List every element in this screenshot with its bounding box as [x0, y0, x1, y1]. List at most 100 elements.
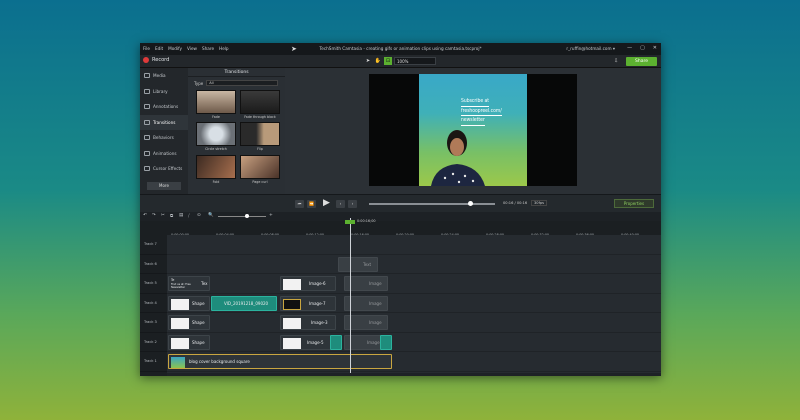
sidebar-item-behaviors[interactable]: Behaviors	[140, 130, 188, 146]
clip-image-7[interactable]: Image-7	[280, 295, 336, 311]
redo-icon[interactable]: ↷	[152, 213, 156, 218]
clip-thumbnail	[171, 318, 189, 329]
minimize-icon[interactable]: —	[627, 45, 632, 51]
annotations-icon	[144, 104, 150, 110]
clip-thumbnail	[283, 279, 301, 290]
track-row-5[interactable]: Te Find us at: Free Newsletter Tex Image…	[167, 274, 661, 294]
transition-thumb-fade[interactable]	[196, 90, 236, 114]
clip-thumbnail	[171, 298, 189, 310]
sidebar-item-label: Behaviors	[153, 135, 174, 141]
record-button[interactable]: Record	[143, 57, 169, 63]
canvas-tools: ➤ ✋ ⊡	[364, 57, 392, 65]
track-name-7[interactable]: Track 7	[140, 235, 167, 255]
more-button[interactable]: More	[147, 182, 181, 190]
transition-marker[interactable]	[380, 334, 392, 350]
paste-icon[interactable]: ▤	[179, 213, 183, 218]
transition-thumb-fold[interactable]	[196, 155, 236, 179]
split-icon[interactable]: ⧸	[188, 213, 190, 219]
clip-image-3[interactable]: Image-3	[280, 315, 336, 330]
zoom-out-icon[interactable]: 🔍	[208, 213, 214, 218]
transition-thumb-page-curl[interactable]	[240, 155, 280, 179]
playhead-handle[interactable]	[345, 220, 355, 224]
transition-marker[interactable]	[330, 334, 342, 350]
next-frame-button[interactable]: ‹	[336, 200, 345, 208]
track-row-7[interactable]	[167, 235, 661, 255]
share-label: Share	[635, 59, 648, 64]
track-row-3[interactable]: Shape Image-3 Image	[167, 313, 661, 333]
animations-icon	[144, 150, 150, 156]
marker-icon[interactable]: ⊙	[197, 213, 201, 218]
track-row-6[interactable]: Text	[167, 255, 661, 274]
properties-button[interactable]: Properties	[614, 199, 654, 208]
track-name-6[interactable]: Track 6	[140, 254, 167, 274]
subscribe-text[interactable]: Subscribe at freshoopreel.com/ newslette…	[461, 98, 502, 127]
maximize-icon[interactable]: ▢	[640, 45, 645, 51]
canvas-area: Subscribe at freshoopreel.com/ newslette…	[285, 68, 661, 194]
track-name-5[interactable]: Track 5	[140, 274, 167, 294]
timeline-zoom-knob[interactable]	[245, 214, 249, 218]
zoom-select[interactable]: 100%	[394, 57, 436, 65]
pan-tool-icon[interactable]: ✋	[374, 57, 382, 65]
transition-label: Circle stretch	[205, 147, 227, 151]
transition-label: Fold	[212, 180, 220, 184]
sidebar-item-label: Annotations	[153, 104, 179, 110]
crop-tool-icon[interactable]: ⊡	[384, 57, 392, 65]
timeline-tracks: Text Te Find us at: Free Newsletter Tex …	[167, 235, 661, 373]
clip-shape[interactable]: Shape	[168, 295, 210, 311]
share-button[interactable]: Share	[626, 57, 657, 66]
clip-text-callout[interactable]: Te Find us at: Free Newsletter Tex	[168, 276, 210, 291]
timeline-zoom-slider[interactable]	[218, 216, 266, 217]
track-row-1[interactable]: blog cover background square	[167, 352, 661, 372]
track-row-2[interactable]: Shape Image-5 Image	[167, 333, 661, 352]
person-figure	[431, 130, 485, 186]
fps-select[interactable]: 30fps	[531, 200, 547, 206]
sidebar-item-cursor-effects[interactable]: Cursor Effects	[140, 161, 188, 177]
previous-frame-button[interactable]: ⏪	[307, 200, 316, 208]
sidebar-item-label: Cursor Effects	[153, 166, 183, 172]
pointer-tool-icon[interactable]: ➤	[364, 57, 372, 65]
close-icon[interactable]: ✕	[653, 45, 657, 51]
transition-label: Flip	[257, 147, 263, 151]
clip-thumbnail	[171, 337, 189, 349]
copy-icon[interactable]: ⧉	[170, 213, 173, 219]
cursor-effects-icon	[144, 166, 150, 172]
track-row-4[interactable]: Shape VID_20191218_09020 Image-7 Image	[167, 294, 661, 313]
sidebar-item-animations[interactable]: Animations	[140, 146, 188, 162]
track-name-2[interactable]: Track 2	[140, 332, 167, 352]
track-name-4[interactable]: Track 4	[140, 293, 167, 313]
canvas-stage[interactable]: Subscribe at freshoopreel.com/ newslette…	[369, 74, 577, 186]
cut-icon[interactable]: ✂	[161, 213, 165, 218]
clip-text-ghost[interactable]: Text	[338, 256, 378, 272]
sidebar-item-library[interactable]: Library	[140, 84, 188, 100]
sidebar-item-transitions[interactable]: Transitions	[140, 114, 188, 130]
track-name-1[interactable]: Track 1	[140, 352, 167, 372]
transition-thumb-fade-through-black[interactable]	[240, 90, 280, 114]
scrub-track[interactable]	[369, 203, 495, 205]
play-button[interactable]: ▶	[321, 198, 332, 209]
undo-icon[interactable]: ↶	[143, 213, 147, 218]
clip-video[interactable]: VID_20191218_09020	[211, 295, 277, 311]
clip-image-5[interactable]: Image-5	[280, 334, 336, 350]
type-select[interactable]: All	[206, 80, 279, 86]
clip-shape[interactable]: Shape	[168, 334, 210, 350]
step-forward-button[interactable]: ›	[348, 200, 357, 208]
clip-shape[interactable]: Shape	[168, 315, 210, 330]
clip-image-6[interactable]: Image-6	[280, 276, 336, 291]
transitions-panel: Transitions Type All Fade Fade through b…	[188, 68, 285, 194]
transition-thumb-circle-stretch[interactable]	[196, 122, 236, 146]
video-preview[interactable]: Subscribe at freshoopreel.com/ newslette…	[419, 74, 527, 186]
scrub-knob[interactable]	[468, 201, 473, 206]
zoom-in-icon[interactable]: +	[269, 213, 273, 218]
sidebar-item-label: Media	[153, 73, 166, 79]
transition-thumb-flip[interactable]	[240, 122, 280, 146]
step-back-button[interactable]: ⏮	[295, 200, 304, 208]
account-menu[interactable]: r_ruffin@hotmail.com ▾	[566, 46, 615, 51]
sidebar-item-media[interactable]: Media	[140, 68, 188, 84]
main-toolbar: Record ➤ ✋ ⊡ 100% ⇩ Share	[140, 55, 661, 68]
playhead[interactable]	[350, 218, 351, 373]
clip-background[interactable]: blog cover background square	[168, 354, 392, 369]
type-label: Type	[194, 80, 204, 86]
export-icon[interactable]: ⇩	[614, 58, 618, 64]
sidebar-item-annotations[interactable]: Annotations	[140, 99, 188, 115]
track-name-3[interactable]: Track 3	[140, 313, 167, 333]
